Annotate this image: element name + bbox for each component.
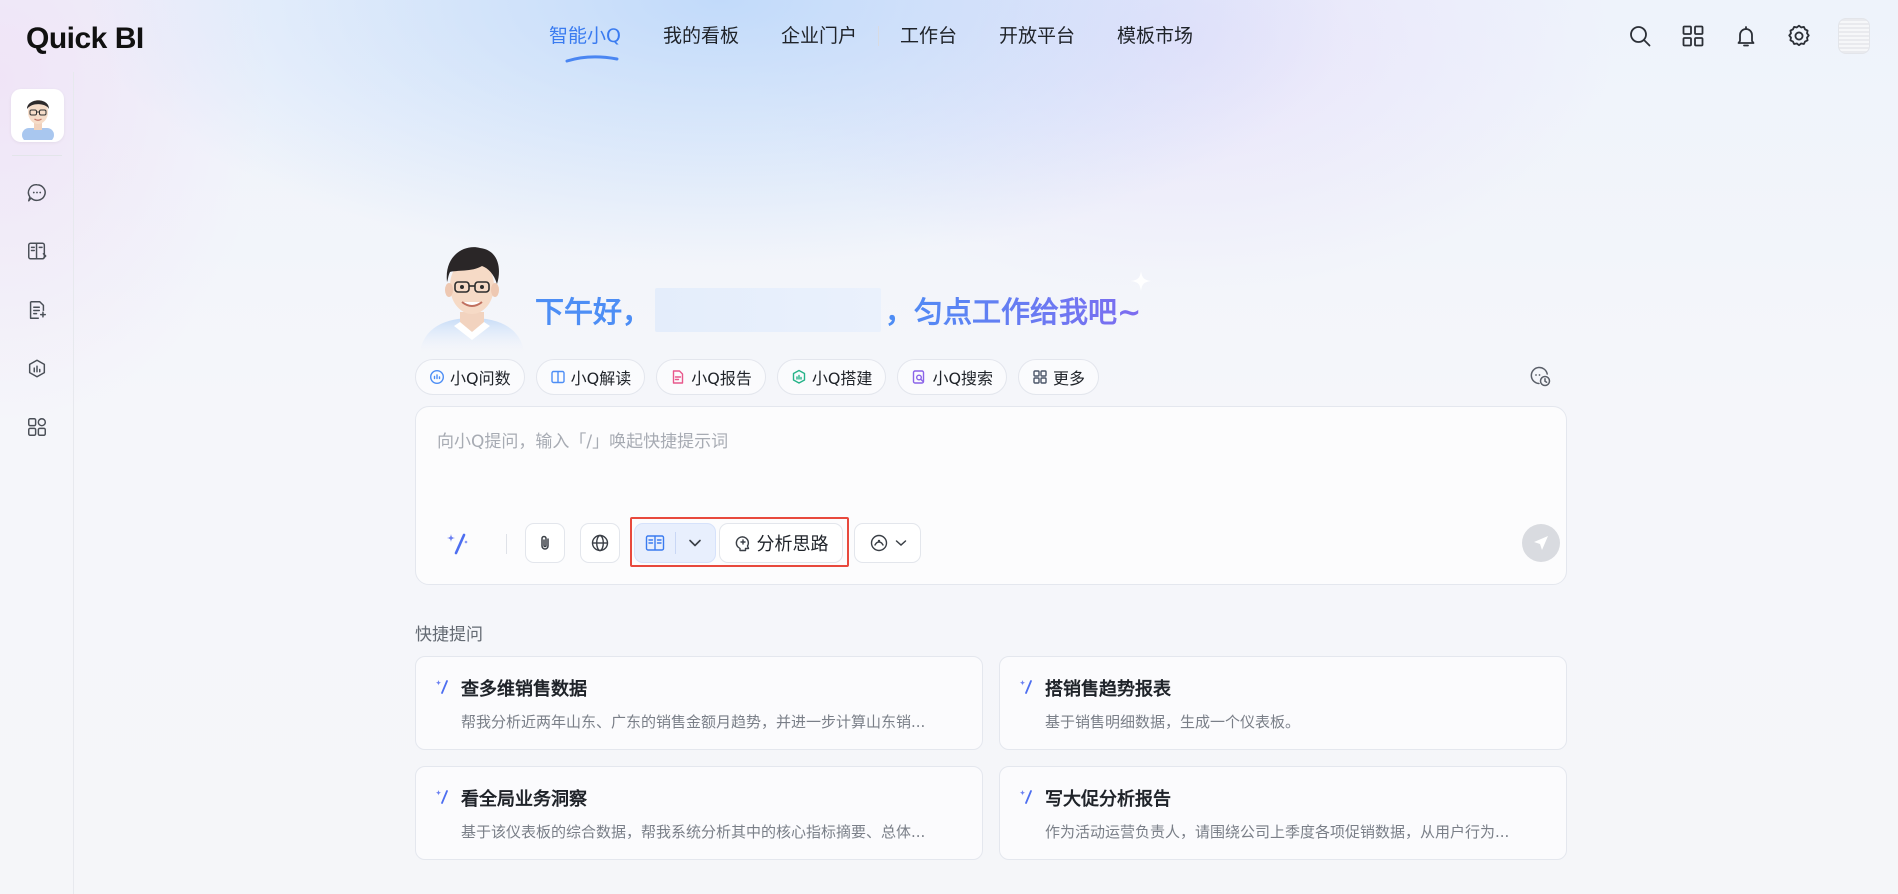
quick-prompt-desc: 基于该仪表板的综合数据，帮我系统分析其中的核心指标摘要、总体... bbox=[461, 823, 926, 841]
assistant-hero-avatar bbox=[420, 247, 524, 352]
question-input-card: 向小Q提问，输入「/」唤起快捷提示词 分析思路 bbox=[415, 406, 1567, 585]
knowledge-base-icon[interactable] bbox=[635, 524, 675, 562]
chip-label: 更多 bbox=[1053, 369, 1086, 388]
nav-item-label: 我的看板 bbox=[662, 25, 739, 47]
user-avatar[interactable] bbox=[1838, 18, 1870, 54]
sidebar-divider bbox=[12, 155, 62, 156]
gear-icon[interactable] bbox=[1786, 23, 1812, 49]
input-toolbar: 分析思路 bbox=[444, 517, 1560, 567]
quick-prompt-title: 看全局业务洞察 bbox=[461, 789, 587, 810]
top-right-icons bbox=[1600, 16, 1870, 56]
chat-bubble-icon[interactable] bbox=[24, 180, 50, 206]
attachment-button[interactable] bbox=[525, 523, 565, 563]
chip-label: 小Q搭建 bbox=[811, 369, 873, 388]
chip-xiaoq-search[interactable]: 小Q搜索 bbox=[897, 359, 1008, 395]
paperclip-icon bbox=[541, 535, 549, 550]
nav-item-my-dashboards[interactable]: 我的看板 bbox=[663, 21, 739, 51]
app-logo[interactable]: Quick BI bbox=[26, 22, 144, 56]
greeting-suffix: ，匀点工作给我吧~ bbox=[885, 289, 1141, 331]
nav-item-xiaoq[interactable]: 智能小Q bbox=[549, 21, 621, 63]
ai-chip-icon[interactable] bbox=[24, 356, 50, 382]
nav-item-label: 工作台 bbox=[900, 25, 958, 47]
nav-item-workbench[interactable]: 工作台 bbox=[900, 21, 957, 51]
send-icon bbox=[1534, 536, 1548, 550]
quick-prompt-desc: 基于销售明细数据，生成一个仪表板。 bbox=[1045, 713, 1301, 731]
magic-wand-icon bbox=[1019, 680, 1032, 694]
chip-xiaoq-ask-data[interactable]: 小Q问数 bbox=[415, 359, 525, 395]
chip-xiaoq-report[interactable]: 小Q报告 bbox=[656, 359, 766, 395]
globe-icon bbox=[591, 534, 609, 552]
model-selector[interactable] bbox=[854, 523, 921, 563]
search-icon[interactable] bbox=[1627, 23, 1653, 49]
quick-prompts-title: 快捷提问 bbox=[415, 625, 483, 645]
greeting-prefix: 下午好， bbox=[535, 295, 652, 329]
brain-icon bbox=[734, 534, 752, 552]
nav-item-template-market[interactable]: 模板市场 bbox=[1117, 21, 1193, 51]
chevron-down-icon bbox=[895, 540, 906, 547]
apps-icon[interactable] bbox=[24, 414, 50, 440]
grid-icon bbox=[1032, 369, 1048, 385]
quick-prompt-title: 搭销售趋势报表 bbox=[1045, 679, 1171, 700]
chip-label: 小Q问数 bbox=[450, 369, 511, 388]
quick-prompt-desc: 作为活动运营负责人，请围绕公司上季度各项促销数据，从用户行为... bbox=[1045, 823, 1510, 841]
think-label: 分析思路 bbox=[756, 534, 829, 555]
chip-label: 小Q报告 bbox=[691, 369, 752, 388]
greeting-text: 下午好， ，匀点工作给我吧~ bbox=[535, 288, 1141, 332]
doc-icon bbox=[670, 369, 686, 385]
web-search-button[interactable] bbox=[580, 523, 620, 563]
quick-prompt-title: 写大促分析报告 bbox=[1045, 789, 1171, 810]
nav-item-portal[interactable]: 企业门户 bbox=[781, 21, 857, 51]
book-icon bbox=[550, 369, 566, 385]
nav-item-open-platform[interactable]: 开放平台 bbox=[999, 21, 1075, 51]
knowledge-base-selector[interactable] bbox=[634, 523, 716, 563]
magic-wand-icon bbox=[435, 680, 448, 694]
apps-grid-icon[interactable] bbox=[1680, 23, 1706, 49]
nav-item-label: 企业门户 bbox=[780, 25, 857, 47]
assistant-avatar[interactable] bbox=[11, 89, 64, 142]
book-open-icon[interactable] bbox=[24, 238, 50, 264]
chip-xiaoq-build[interactable]: 小Q搭建 bbox=[776, 359, 887, 395]
nav-item-label: 智能小Q bbox=[549, 25, 621, 47]
sparkle-icon bbox=[1131, 271, 1151, 291]
chip-label: 小Q解读 bbox=[570, 369, 632, 388]
chip-more[interactable]: 更多 bbox=[1018, 359, 1100, 395]
nav-item-label: 模板市场 bbox=[1117, 25, 1194, 47]
report-doc-icon[interactable] bbox=[24, 297, 50, 323]
main-nav: 智能小Q 我的看板 企业门户 工作台 开放平台 模板市场 bbox=[549, 20, 1235, 63]
quick-prompt-card[interactable]: 看全局业务洞察 基于该仪表板的综合数据，帮我系统分析其中的核心指标摘要、总体..… bbox=[415, 766, 983, 860]
quick-prompt-desc: 帮我分析近两年山东、广东的销售金额月趋势，并进一步计算山东销... bbox=[461, 713, 926, 731]
magic-wand-icon bbox=[1019, 790, 1032, 804]
quick-prompt-title: 查多维销售数据 bbox=[461, 679, 587, 700]
quick-prompt-card[interactable]: 搭销售趋势报表 基于销售明细数据，生成一个仪表板。 bbox=[999, 656, 1567, 750]
toolbar-divider bbox=[506, 534, 507, 554]
history-icon[interactable] bbox=[1529, 365, 1551, 387]
nav-item-label: 开放平台 bbox=[999, 25, 1076, 47]
top-bar: Quick BI 智能小Q 我的看板 企业门户 工作台 开放平台 模板市场 bbox=[0, 0, 1898, 72]
chip-xiaoq-interpret[interactable]: 小Q解读 bbox=[535, 359, 646, 395]
skill-chips: 小Q问数 小Q解读 小Q报告 小Q搭建 小Q搜索 更多 bbox=[415, 359, 1110, 395]
build-icon bbox=[791, 369, 807, 385]
chevron-down-icon[interactable] bbox=[675, 524, 715, 562]
bell-icon[interactable] bbox=[1733, 23, 1759, 49]
search-doc-icon bbox=[911, 369, 927, 385]
quick-bi-app: Quick BI 智能小Q 我的看板 企业门户 工作台 开放平台 模板市场 下午… bbox=[0, 0, 1898, 894]
question-input[interactable]: 向小Q提问，输入「/」唤起快捷提示词 bbox=[437, 427, 728, 452]
chat-data-icon bbox=[429, 369, 445, 385]
quick-prompt-card[interactable]: 写大促分析报告 作为活动运营负责人，请围绕公司上季度各项促销数据，从用户行为..… bbox=[999, 766, 1567, 860]
user-name-redacted bbox=[655, 288, 882, 332]
analysis-thinking-button[interactable]: 分析思路 bbox=[719, 523, 843, 563]
magic-wand-icon[interactable] bbox=[444, 529, 472, 557]
active-underline bbox=[565, 55, 619, 63]
quick-prompt-card[interactable]: 查多维销售数据 帮我分析近两年山东、广东的销售金额月趋势，并进一步计算山东销..… bbox=[415, 656, 983, 750]
send-button[interactable] bbox=[1522, 524, 1560, 562]
left-sidebar bbox=[0, 72, 74, 894]
model-icon bbox=[870, 534, 887, 552]
nav-divider bbox=[878, 26, 879, 46]
magic-wand-icon bbox=[435, 790, 448, 804]
chip-label: 小Q搜索 bbox=[932, 369, 994, 388]
